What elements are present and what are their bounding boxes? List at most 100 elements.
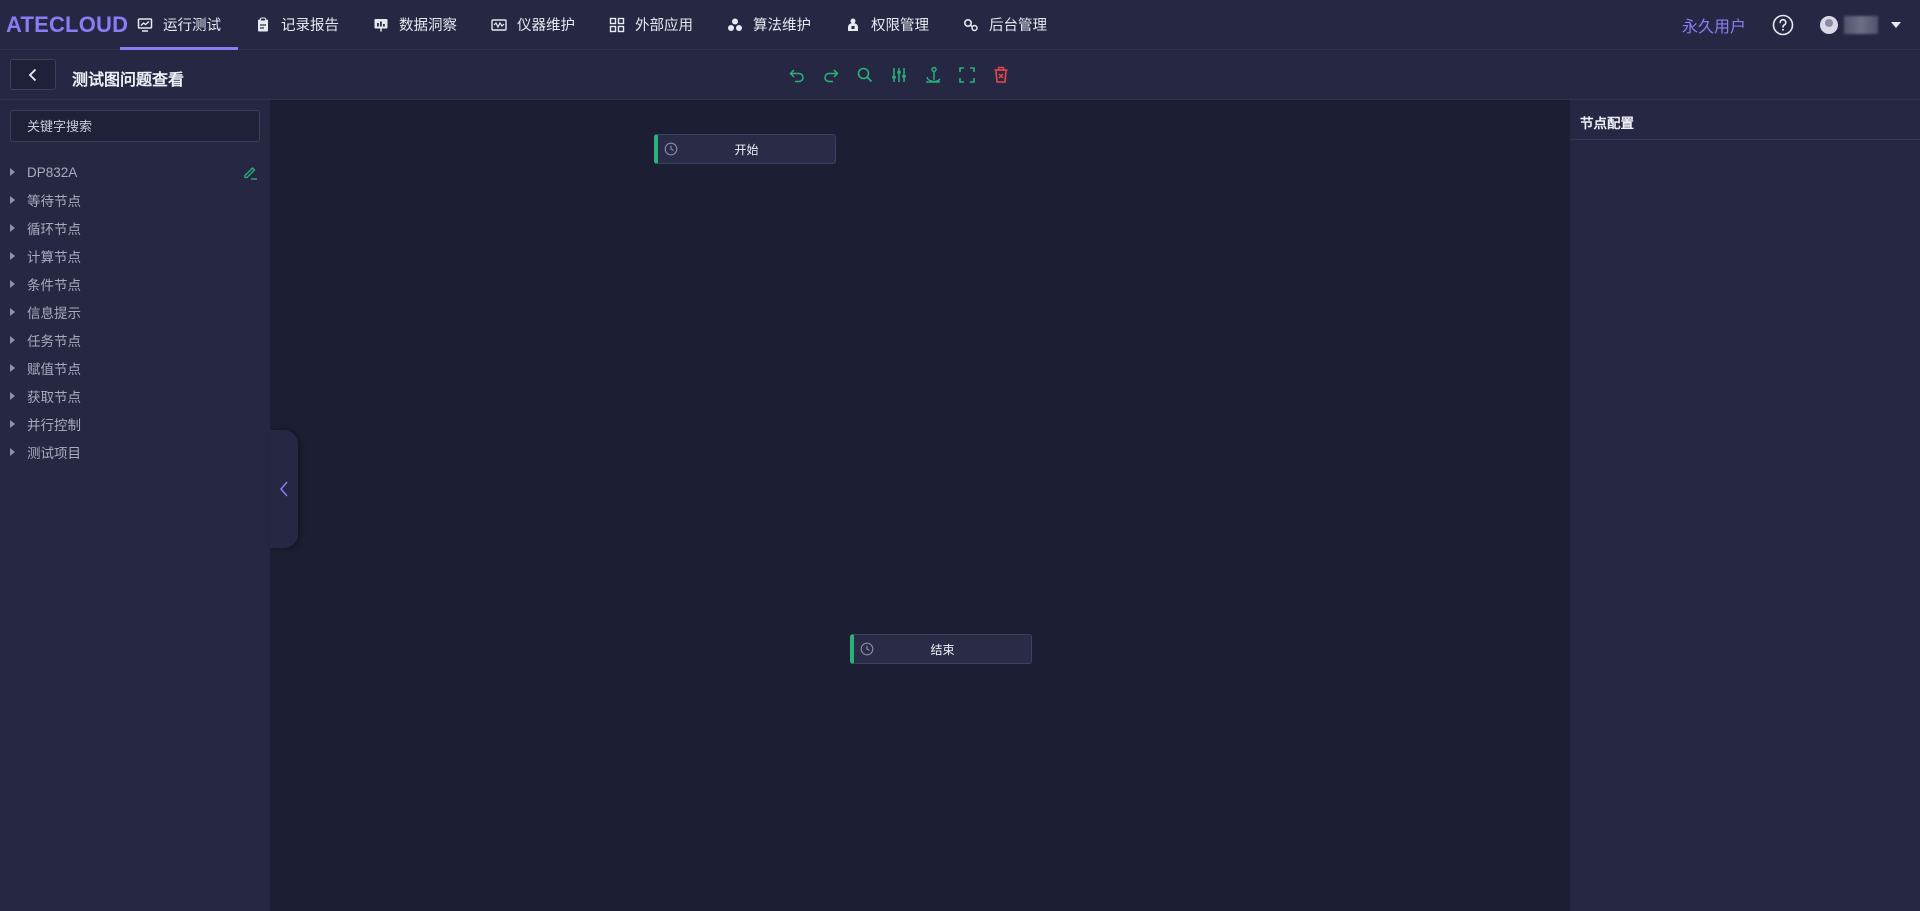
username-blurred[interactable] [1844, 16, 1878, 34]
caret-right-icon[interactable] [10, 280, 15, 288]
tree-item-label: 任务节点 [27, 334, 81, 349]
chevron-left-icon [28, 68, 37, 81]
help-icon[interactable] [1772, 14, 1794, 36]
caret-right-icon[interactable] [10, 448, 15, 456]
tree-item-assign-node[interactable]: 赋值节点 [0, 354, 270, 382]
top-nav-bar: ATECLOUD 运行测试 记录报告 数据洞察 仪器维护 外部应用 算法维护 权… [0, 0, 1920, 50]
nav-item-label: 外部应用 [635, 18, 693, 34]
nav-item-permission[interactable]: 权限管理 [828, 0, 946, 50]
nav-item-label: 权限管理 [871, 18, 929, 34]
tree-item-condition-node[interactable]: 条件节点 [0, 270, 270, 298]
tree-item-test-project[interactable]: 测试项目 [0, 438, 270, 466]
fullscreen-icon [959, 67, 975, 83]
tree-item-label: 赋值节点 [27, 362, 81, 377]
zoom-button[interactable] [853, 63, 877, 87]
edit-pen-icon[interactable] [242, 164, 258, 180]
avatar[interactable] [1820, 16, 1838, 34]
nav-item-instrument[interactable]: 仪器维护 [474, 0, 592, 50]
admin-gear-icon [963, 18, 978, 31]
delete-icon [994, 66, 1008, 83]
node-library-panel: DP832A 等待节点 循环节点 计算节点 条件节点 信息提示 任务节点 [0, 100, 270, 911]
graph-toolbar [785, 63, 1013, 87]
undo-button[interactable] [785, 63, 809, 87]
clock-icon [664, 142, 678, 156]
caret-right-icon[interactable] [10, 420, 15, 428]
instrument-icon [491, 18, 507, 31]
page-header-bar: 测试图问题查看 [0, 50, 1920, 100]
anchor-icon [926, 66, 941, 83]
tree-item-label: DP832A [27, 164, 78, 180]
tree-item-label: 计算节点 [27, 250, 81, 265]
caret-right-icon[interactable] [10, 392, 15, 400]
node-tree: DP832A 等待节点 循环节点 计算节点 条件节点 信息提示 任务节点 赋值节… [0, 158, 270, 466]
nav-item-records[interactable]: 记录报告 [238, 0, 356, 50]
nav-item-label: 数据洞察 [399, 18, 457, 34]
tree-item-info-prompt[interactable]: 信息提示 [0, 298, 270, 326]
clipboard-icon [258, 17, 268, 31]
tree-item-loop-node[interactable]: 循环节点 [0, 214, 270, 242]
tree-item-label: 测试项目 [27, 446, 81, 461]
caret-right-icon[interactable] [10, 224, 15, 232]
tree-item-task-node[interactable]: 任务节点 [0, 326, 270, 354]
nav-item-external-apps[interactable]: 外部应用 [592, 0, 710, 50]
caret-right-icon[interactable] [10, 308, 15, 316]
chevron-left-icon [280, 481, 288, 497]
nav-item-label: 算法维护 [753, 18, 811, 34]
keyword-search-input[interactable] [10, 110, 260, 142]
caret-right-icon[interactable] [10, 168, 15, 176]
page-title: 测试图问题查看 [72, 72, 185, 89]
algorithm-icon [728, 18, 742, 31]
tree-item-label: 条件节点 [27, 278, 81, 293]
zoom-search-icon [857, 67, 873, 83]
flow-node-end[interactable]: 结束 [850, 634, 1032, 664]
flow-node-label: 开始 [734, 142, 759, 157]
adjust-button[interactable] [887, 63, 911, 87]
nav-item-algorithm[interactable]: 算法维护 [710, 0, 828, 50]
main-nav: 运行测试 记录报告 数据洞察 仪器维护 外部应用 算法维护 权限管理 后台管理 [120, 0, 1064, 50]
undo-icon [789, 69, 804, 83]
caret-right-icon[interactable] [10, 196, 15, 204]
caret-right-icon[interactable] [10, 336, 15, 344]
grid-apps-icon [609, 17, 625, 32]
app-logo[interactable]: ATECLOUD [0, 12, 128, 38]
tree-item-parallel-control[interactable]: 并行控制 [0, 410, 270, 438]
fullscreen-button[interactable] [955, 63, 979, 87]
nav-item-data-insight[interactable]: 数据洞察 [356, 0, 474, 50]
redo-button[interactable] [819, 63, 843, 87]
tree-item-label: 并行控制 [27, 418, 81, 433]
tree-item-label: 等待节点 [27, 194, 81, 209]
redo-icon [824, 69, 839, 83]
caret-right-icon[interactable] [10, 364, 15, 372]
nav-item-label: 记录报告 [281, 18, 339, 34]
flow-canvas[interactable]: 开始 结束 [270, 100, 1570, 911]
clock-icon [860, 642, 874, 656]
data-screen-icon [374, 18, 388, 31]
adjust-sliders-icon [892, 68, 906, 82]
tree-item-label: 循环节点 [27, 222, 81, 237]
anchor-button[interactable] [921, 63, 945, 87]
user-type-label[interactable]: 永久用户 [1682, 13, 1746, 37]
nav-item-run-test[interactable]: 运行测试 [120, 0, 238, 50]
flow-node-label: 结束 [930, 642, 955, 657]
tree-item-compute-node[interactable]: 计算节点 [0, 242, 270, 270]
nav-item-label: 运行测试 [163, 18, 221, 34]
chevron-down-icon[interactable] [1890, 19, 1902, 31]
tree-item-dp832a[interactable]: DP832A [0, 158, 270, 186]
node-config-title: 节点配置 [1570, 100, 1920, 140]
tree-item-wait-node[interactable]: 等待节点 [0, 186, 270, 214]
tree-item-label: 信息提示 [27, 306, 81, 321]
header-right: 永久用户 [1682, 0, 1920, 50]
monitor-chart-icon [137, 17, 153, 32]
caret-right-icon[interactable] [10, 252, 15, 260]
nav-item-label: 后台管理 [989, 18, 1047, 34]
node-config-panel: 节点配置 [1570, 100, 1920, 911]
collapse-panel-handle[interactable] [270, 430, 298, 548]
nav-item-admin[interactable]: 后台管理 [946, 0, 1064, 50]
tree-item-label: 获取节点 [27, 390, 81, 405]
tree-item-fetch-node[interactable]: 获取节点 [0, 382, 270, 410]
delete-button[interactable] [989, 63, 1013, 87]
back-button[interactable] [10, 59, 56, 90]
flow-node-start[interactable]: 开始 [654, 134, 836, 164]
nav-item-label: 仪器维护 [517, 18, 575, 34]
permission-icon [848, 18, 858, 31]
